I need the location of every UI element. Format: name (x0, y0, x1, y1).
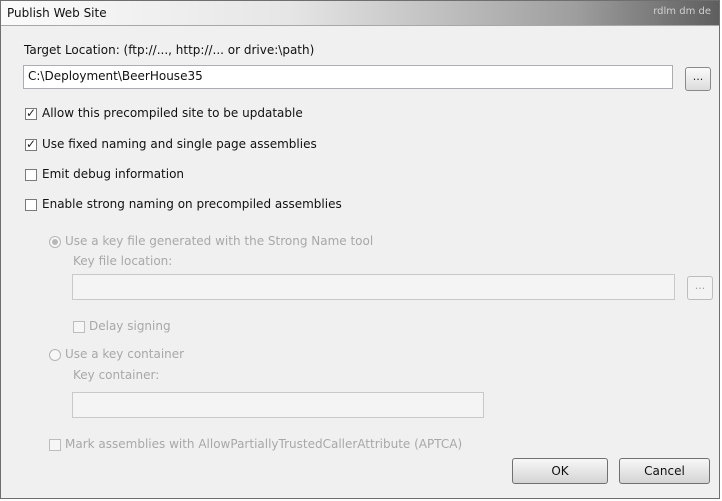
aptca-checkbox[interactable] (49, 439, 61, 451)
target-location-label: Target Location: (ftp://..., http://... … (24, 43, 315, 57)
key-file-radio-label: Use a key file generated with the Strong… (65, 234, 374, 248)
fixed-naming-checkbox[interactable]: ✓ (25, 137, 37, 151)
ok-button[interactable]: OK (512, 458, 608, 484)
updatable-checkbox[interactable]: ✓ (25, 106, 37, 120)
title-bar[interactable]: Publish Web Site rdlm dm de (1, 1, 719, 26)
key-container-input[interactable] (72, 392, 484, 418)
key-file-location-input[interactable] (72, 274, 675, 300)
fixed-naming-label: Use fixed naming and single page assembl… (42, 137, 317, 151)
key-container-radio[interactable] (49, 349, 61, 361)
target-browse-button[interactable]: ... (685, 67, 711, 91)
strong-naming-checkbox[interactable] (25, 199, 37, 211)
radio-selected-dot (52, 239, 58, 245)
debug-info-checkbox[interactable] (25, 169, 37, 181)
updatable-label: Allow this precompiled site to be updata… (42, 106, 303, 120)
key-file-radio[interactable] (49, 236, 61, 248)
delay-signing-label: Delay signing (89, 319, 171, 333)
debug-info-label: Emit debug information (42, 167, 185, 181)
key-container-label: Key container: (73, 368, 160, 382)
check-mark-icon: ✓ (26, 106, 37, 120)
target-location-input[interactable]: C:\Deployment\BeerHouse35 (23, 65, 673, 89)
publish-web-site-dialog: Publish Web Site rdlm dm de Target Locat… (0, 0, 720, 499)
strong-naming-label: Enable strong naming on precompiled asse… (42, 197, 342, 211)
check-mark-icon: ✓ (26, 137, 37, 151)
aptca-label: Mark assemblies with AllowPartiallyTrust… (65, 437, 463, 451)
key-file-browse-button[interactable]: ... (687, 276, 713, 300)
key-container-radio-label: Use a key container (65, 347, 185, 361)
cancel-button[interactable]: Cancel (619, 458, 710, 484)
key-file-location-label: Key file location: (73, 254, 173, 268)
delay-signing-checkbox[interactable] (73, 321, 85, 333)
dialog-title: Publish Web Site (7, 6, 107, 20)
title-bar-caption-buttons: rdlm dm de (653, 6, 711, 17)
